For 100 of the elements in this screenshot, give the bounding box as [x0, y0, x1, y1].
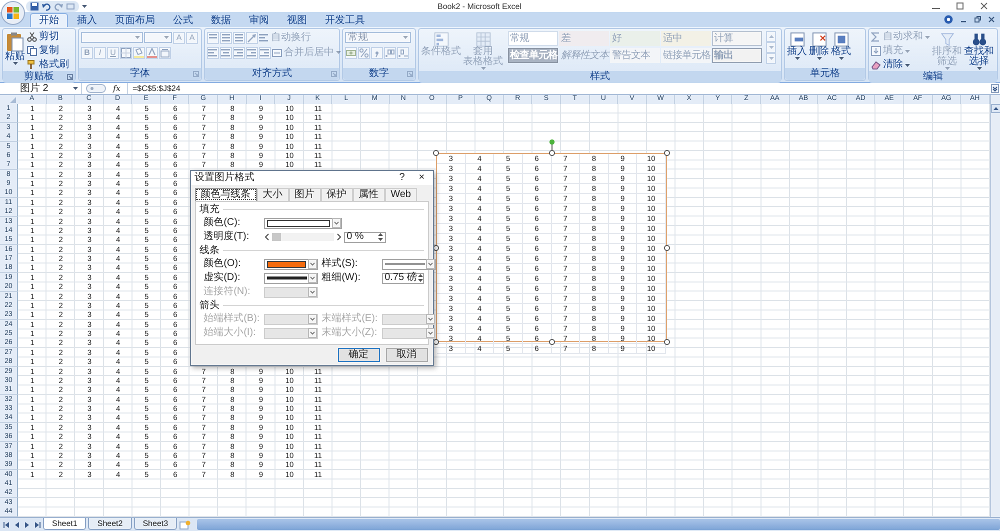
- restore-icon[interactable]: [974, 16, 981, 23]
- group-label: 数字: [369, 68, 389, 80]
- field-label: 样式(S):: [322, 258, 359, 270]
- indent-icon: [247, 48, 257, 58]
- insert-cells-icon: [790, 32, 804, 47]
- table-icon: [476, 32, 490, 47]
- restore-icon[interactable]: [956, 2, 964, 10]
- horizontal-scrollbar[interactable]: [197, 519, 1000, 530]
- resize-handle[interactable]: [664, 339, 670, 345]
- dash-style-dropdown[interactable]: [264, 272, 318, 284]
- sheet-tab[interactable]: Sheet1: [43, 518, 86, 530]
- sheet-tab[interactable]: Sheet2: [88, 518, 132, 530]
- align-right-icon: [234, 48, 244, 58]
- caret-icon[interactable]: [82, 4, 87, 8]
- caret-icon: [135, 36, 140, 39]
- help-button[interactable]: ?: [399, 172, 405, 184]
- resize-handle[interactable]: [433, 244, 439, 250]
- dialog-launcher-icon[interactable]: [67, 74, 73, 80]
- resize-handle[interactable]: [433, 150, 439, 156]
- format-cells-icon: [834, 32, 848, 47]
- customize-icon[interactable]: [66, 2, 75, 10]
- dropdown-field[interactable]: [382, 328, 436, 339]
- name-box[interactable]: 图片 2: [0, 83, 82, 94]
- resize-handle[interactable]: [664, 150, 670, 156]
- slider-thumb[interactable]: [272, 233, 281, 242]
- field-label: 虚实(D):: [204, 272, 242, 284]
- find-select-button[interactable]: 查找和 选择: [964, 31, 994, 71]
- chevron-left-icon[interactable]: [264, 233, 270, 242]
- format-painter-button[interactable]: 格式刷: [27, 59, 69, 71]
- field-label: 始端样式(B):: [204, 313, 261, 326]
- color-dropdown[interactable]: [264, 258, 318, 270]
- scroll-up-icon[interactable]: [991, 104, 1000, 113]
- combo-value: 常规: [348, 32, 368, 42]
- insert-button[interactable]: 插入: [787, 31, 807, 61]
- dialog-tab[interactable]: Web: [384, 188, 417, 201]
- ribbon-tab[interactable]: 数据: [202, 13, 240, 27]
- resize-handle[interactable]: [433, 339, 439, 345]
- dialog-tab[interactable]: 大小: [256, 188, 289, 201]
- format-button[interactable]: 格式: [831, 31, 851, 61]
- line-style-dropdown[interactable]: [382, 258, 436, 270]
- phonetic-icon: [160, 48, 170, 58]
- dropdown-field[interactable]: [382, 314, 436, 325]
- select-all-icon[interactable]: [0, 95, 18, 104]
- insert-function-button[interactable]: fx: [110, 84, 124, 93]
- align-bottom-icon: [234, 32, 244, 42]
- color-dropdown[interactable]: [264, 218, 342, 229]
- formula-field[interactable]: =$C$5:$J$24: [127, 83, 987, 94]
- resize-handle[interactable]: [664, 244, 670, 250]
- ribbon-tab[interactable]: 页面布局: [106, 13, 164, 27]
- group-label: 单元格: [810, 68, 840, 80]
- scissors-icon: [27, 32, 37, 42]
- navigation-arrow-icon[interactable]: [3, 520, 11, 528]
- insert-sheet-icon[interactable]: [179, 520, 192, 530]
- dropdown-field[interactable]: [264, 314, 318, 325]
- weight-field[interactable]: 0.75 磅: [382, 272, 424, 284]
- undo-icon[interactable]: [42, 2, 51, 10]
- paste-button[interactable]: 粘贴: [5, 31, 25, 66]
- rotate-handle[interactable]: [548, 139, 554, 150]
- close-button[interactable]: ×: [418, 172, 425, 184]
- dialog-tab[interactable]: 保护: [320, 188, 353, 201]
- expand-icon[interactable]: [991, 84, 999, 93]
- cut-button[interactable]: 剪切: [27, 31, 69, 43]
- dropdown-field[interactable]: [264, 286, 318, 298]
- copy-button[interactable]: 复制: [27, 45, 69, 57]
- close-icon[interactable]: [980, 2, 988, 10]
- help-icon[interactable]: [944, 15, 953, 24]
- dialog-tab[interactable]: 属性: [352, 188, 385, 201]
- ribbon-tab[interactable]: 公式: [164, 13, 202, 27]
- align-left-icon: [208, 48, 218, 58]
- resize-handle[interactable]: [548, 150, 554, 156]
- save-icon[interactable]: [30, 2, 39, 10]
- binoculars-icon: [972, 32, 986, 47]
- transparency-field[interactable]: 0 %: [344, 232, 386, 243]
- caret-icon: [905, 64, 910, 66]
- ribbon-tab[interactable]: 开发工具: [316, 13, 374, 27]
- conditional-format-icon: [434, 32, 448, 47]
- ok-button[interactable]: 确定: [338, 348, 380, 362]
- caret-icon: [768, 57, 774, 60]
- percent-icon: [359, 48, 369, 58]
- redo-icon[interactable]: [54, 2, 63, 10]
- ribbon-tab[interactable]: 审阅: [240, 13, 278, 27]
- ribbon-tab[interactable]: 插入: [68, 13, 106, 27]
- chevron-right-icon[interactable]: [336, 233, 342, 242]
- caret-icon: [768, 46, 774, 49]
- navigation-arrow-icon[interactable]: [33, 520, 41, 528]
- field-value: 0.75 磅: [384, 273, 417, 284]
- resize-handle[interactable]: [548, 339, 554, 345]
- ribbon-tab[interactable]: 视图: [278, 13, 316, 27]
- delete-button[interactable]: 删除: [809, 31, 829, 61]
- ribbon-tab[interactable]: 开始: [30, 13, 68, 27]
- clear-button[interactable]: 清除: [871, 59, 930, 71]
- sheet-tab[interactable]: Sheet3: [134, 518, 178, 530]
- close-icon[interactable]: [988, 16, 995, 23]
- group-label: 字体: [130, 68, 150, 80]
- field-label: 始端大小(I):: [204, 327, 257, 340]
- cancel-button[interactable]: 取消: [386, 348, 428, 362]
- slider-track[interactable]: [272, 233, 334, 242]
- vertical-scrollbar[interactable]: [990, 95, 1000, 517]
- dropdown-field[interactable]: [264, 328, 318, 339]
- dialog-tab[interactable]: 图片: [288, 188, 321, 201]
